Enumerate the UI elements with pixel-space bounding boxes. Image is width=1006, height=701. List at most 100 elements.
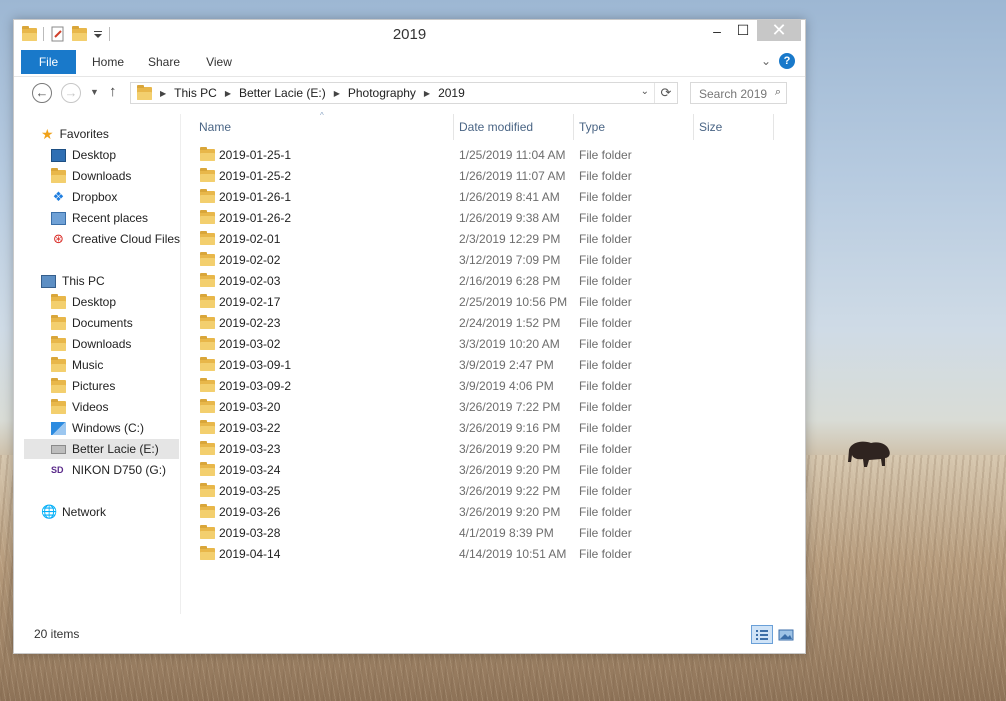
up-button[interactable]: ↑ [109, 83, 117, 100]
file-date: 3/26/2019 9:20 PM [459, 463, 561, 477]
file-type: File folder [579, 442, 632, 456]
table-row[interactable]: 2019-02-03 2/16/2019 6:28 PM File folder [186, 271, 800, 292]
network-icon: 🌐 [41, 504, 58, 519]
sidebar-item-nikon-card[interactable]: SD NIKON D750 (G:) [51, 460, 166, 480]
file-date: 4/1/2019 8:39 PM [459, 526, 554, 540]
table-row[interactable]: 2019-04-14 4/14/2019 10:51 AM File folder [186, 544, 800, 565]
breadcrumb-2019[interactable]: 2019 [438, 86, 465, 100]
file-name: 2019-04-14 [219, 547, 281, 561]
sidebar-item-dropbox[interactable]: ❖ Dropbox [51, 187, 118, 207]
sidebar-item-label: Creative Cloud Files [72, 232, 181, 246]
folder-icon [200, 252, 215, 266]
search-input[interactable]: Search 2019 ⌕ [690, 82, 787, 104]
sidebar-item-better-lacie[interactable]: Better Lacie (E:) [24, 439, 179, 459]
address-dropdown-icon[interactable]: ⌄ [641, 86, 649, 97]
downloads-folder-icon [51, 167, 66, 183]
sidebar-item-music[interactable]: Music [51, 355, 103, 375]
sidebar-item-downloads[interactable]: Downloads [51, 166, 131, 186]
expand-ribbon-chevron-icon[interactable]: ⌄ [761, 54, 771, 68]
table-row[interactable]: 2019-03-22 3/26/2019 9:16 PM File folder [186, 418, 800, 439]
table-row[interactable]: 2019-02-01 2/3/2019 12:29 PM File folder [186, 229, 800, 250]
table-row[interactable]: 2019-02-23 2/24/2019 1:52 PM File folder [186, 313, 800, 334]
file-date: 2/24/2019 1:52 PM [459, 316, 561, 330]
table-row[interactable]: 2019-03-20 3/26/2019 7:22 PM File folder [186, 397, 800, 418]
sidebar-header-network[interactable]: 🌐 Network [41, 502, 106, 522]
recent-locations-chevron-icon[interactable]: ▼ [90, 87, 99, 97]
table-row[interactable]: 2019-03-09-1 3/9/2019 2:47 PM File folder [186, 355, 800, 376]
sidebar-header-favorites[interactable]: ★ Favorites [41, 124, 109, 144]
table-row[interactable]: 2019-03-24 3/26/2019 9:20 PM File folder [186, 460, 800, 481]
file-date: 3/9/2019 2:47 PM [459, 358, 554, 372]
sidebar-item-desktop-pc[interactable]: Desktop [51, 292, 116, 312]
refresh-icon[interactable]: ⟳ [654, 83, 677, 103]
sidebar-item-label: Recent places [72, 211, 149, 225]
sidebar-header-label: Network [62, 505, 107, 519]
folder-icon [200, 189, 215, 203]
file-date: 3/26/2019 9:22 PM [459, 484, 561, 498]
navigation-pane: ★ Favorites Desktop Downloads ❖ Dropbox … [14, 114, 181, 614]
breadcrumb-better-lacie[interactable]: Better Lacie (E:) [239, 86, 326, 100]
column-header-name[interactable]: Name [199, 114, 449, 140]
sidebar-item-desktop[interactable]: Desktop [51, 145, 116, 165]
file-date: 2/16/2019 6:28 PM [459, 274, 561, 288]
search-icon[interactable]: ⌕ [775, 86, 781, 99]
folder-icon [200, 504, 215, 518]
sidebar-item-pictures[interactable]: Pictures [51, 376, 115, 396]
breadcrumb-arrow-icon[interactable]: ▶ [334, 89, 340, 98]
large-icons-view-icon [778, 629, 794, 641]
table-row[interactable]: 2019-01-25-2 1/26/2019 11:07 AM File folde… [186, 166, 800, 187]
table-row[interactable]: 2019-01-26-2 1/26/2019 9:38 AM File folder [186, 208, 800, 229]
close-button[interactable]: ✕ [757, 20, 801, 41]
table-row[interactable]: 2019-03-09-2 3/9/2019 4:06 PM File folder [186, 376, 800, 397]
column-divider[interactable] [573, 114, 574, 140]
large-icons-view-button[interactable] [776, 625, 796, 644]
file-date: 3/3/2019 10:20 AM [459, 337, 560, 351]
column-divider[interactable] [693, 114, 694, 140]
sidebar-item-creative-cloud[interactable]: ⊛ Creative Cloud Files [51, 229, 180, 249]
table-row[interactable]: 2019-03-25 3/26/2019 9:22 PM File folder [186, 481, 800, 502]
back-button[interactable]: ← [32, 83, 52, 103]
breadcrumb-this-pc[interactable]: This PC [174, 86, 217, 100]
column-divider[interactable] [773, 114, 774, 140]
file-date: 4/14/2019 10:51 AM [459, 547, 567, 561]
file-name: 2019-02-17 [219, 295, 281, 309]
sidebar-item-recent-places[interactable]: Recent places [51, 208, 148, 228]
help-icon[interactable]: ? [779, 53, 795, 69]
table-row[interactable]: 2019-03-26 3/26/2019 9:20 PM File folder [186, 502, 800, 523]
tab-file[interactable]: File [21, 50, 76, 74]
table-row[interactable]: 2019-03-23 3/26/2019 9:20 PM File folder [186, 439, 800, 460]
breadcrumb-arrow-icon[interactable]: ▶ [160, 89, 166, 98]
forward-button[interactable]: → [61, 83, 81, 103]
column-header-size[interactable]: Size [699, 114, 769, 140]
table-row[interactable]: 2019-02-17 2/25/2019 10:56 PM File folder [186, 292, 800, 313]
sidebar-item-documents[interactable]: Documents [51, 313, 133, 333]
address-bar[interactable]: ▶ This PC ▶ Better Lacie (E:) ▶ Photogra… [130, 82, 678, 104]
file-type: File folder [579, 274, 632, 288]
downloads-folder-icon [51, 335, 66, 351]
table-row[interactable]: 2019-01-25-1 1/25/2019 11:04 AM File folde… [186, 145, 800, 166]
file-date: 3/12/2019 7:09 PM [459, 253, 561, 267]
tab-home[interactable]: Home [83, 50, 133, 74]
table-row[interactable]: 2019-01-26-1 1/26/2019 8:41 AM File folder [186, 187, 800, 208]
sidebar-header-this-pc[interactable]: This PC [41, 271, 105, 291]
table-row[interactable]: 2019-03-02 3/3/2019 10:20 AM File folder [186, 334, 800, 355]
sidebar-item-windows-drive[interactable]: Windows (C:) [51, 418, 144, 438]
table-row[interactable]: 2019-03-28 4/1/2019 8:39 PM File folder [186, 523, 800, 544]
column-divider[interactable] [453, 114, 454, 140]
column-header-date[interactable]: Date modified [459, 114, 569, 140]
breadcrumb-arrow-icon[interactable]: ▶ [225, 89, 231, 98]
details-view-button[interactable] [751, 625, 773, 644]
sidebar-item-downloads-pc[interactable]: Downloads [51, 334, 131, 354]
breadcrumb-photography[interactable]: Photography [348, 86, 416, 100]
explorer-window: 2019 – ☐ ✕ File Home Share View ⌄ ? ← → … [13, 19, 806, 654]
sidebar-item-label: Videos [72, 400, 109, 414]
table-row[interactable]: 2019-02-02 3/12/2019 7:09 PM File folder [186, 250, 800, 271]
bison-wallpaper-figure [848, 441, 890, 467]
tab-view[interactable]: View [197, 50, 241, 74]
breadcrumb-arrow-icon[interactable]: ▶ [424, 89, 430, 98]
sidebar-item-videos[interactable]: Videos [51, 397, 108, 417]
tab-share[interactable]: Share [141, 50, 187, 74]
column-header-type[interactable]: Type [579, 114, 689, 140]
search-placeholder: Search 2019 [699, 87, 768, 101]
folder-icon [200, 273, 215, 287]
